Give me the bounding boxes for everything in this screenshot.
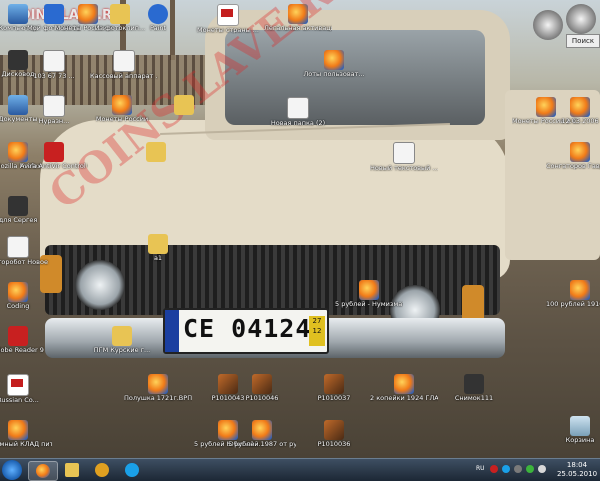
start-button[interactable] — [2, 460, 22, 480]
clock-time: 18:04 — [566, 461, 588, 469]
desktop-icon-html[interactable]: Полушка 1721г.ВРП... — [124, 374, 192, 402]
desktop-icon-html[interactable]: Монеты России — [88, 95, 156, 123]
document-icon — [287, 97, 309, 119]
taskbar-firefox[interactable] — [28, 461, 58, 481]
desktop-icon-coding[interactable]: Coding — [0, 282, 52, 310]
desktop-icon-paint[interactable]: Paint — [124, 4, 192, 32]
desktop-icon-screenshot[interactable]: Снимок111 — [440, 374, 508, 402]
taskbar-skype[interactable] — [118, 461, 146, 479]
umbrella-icon — [44, 142, 64, 162]
speedometer-gadget[interactable] — [533, 10, 563, 40]
folder-icon — [148, 234, 168, 254]
image-file-icon — [464, 374, 484, 394]
media-player-icon — [95, 463, 109, 477]
pdf-icon — [217, 4, 239, 26]
plate-eu-band — [165, 310, 179, 352]
desktop-icon-html[interactable]: 2 копейки 1924 ГЛАД... — [370, 374, 438, 402]
image-file-icon — [324, 374, 344, 394]
desktop-icon-photo[interactable]: P1010046 — [228, 374, 296, 402]
license-plate: CE 04124 27 12 — [163, 308, 329, 354]
firefox-icon — [394, 374, 414, 394]
skype-tray-icon[interactable] — [502, 465, 510, 473]
browser-icon — [8, 282, 28, 302]
desktop-icon-html[interactable]: 100 рублей 1910 - 21.8... — [546, 280, 600, 308]
desktop-icon-html[interactable]: 12.03.2006 — [546, 97, 600, 125]
desktop-icon-folder[interactable] — [122, 142, 190, 162]
desktop-icon-folder[interactable] — [150, 95, 218, 115]
network-tray-icon[interactable] — [514, 465, 522, 473]
image-file-icon — [252, 374, 272, 394]
folder-icon — [8, 196, 28, 216]
firefox-icon — [8, 420, 28, 440]
desktop-icon-folder[interactable]: для Сергея — [0, 196, 52, 224]
taskbar-media-player[interactable] — [88, 461, 116, 479]
firefox-icon — [570, 280, 590, 300]
taskbar-explorer[interactable] — [58, 461, 86, 479]
skype-icon — [125, 463, 139, 477]
desktop-icon-recycle-bin[interactable]: Корзина — [546, 416, 600, 444]
car-headlight-left — [75, 260, 125, 310]
folder-icon — [174, 95, 194, 115]
pdf-icon — [7, 374, 29, 396]
desktop-icon-folder[interactable]: a1 — [124, 234, 192, 262]
desktop-icon-pdf[interactable]: Монеты страны ... — [194, 4, 262, 34]
adobe-reader-icon — [8, 326, 28, 346]
clock-date: 25.05.2010 — [556, 470, 598, 478]
firefox-icon — [112, 95, 132, 115]
document-icon — [43, 95, 65, 117]
firefox-icon — [36, 464, 50, 478]
firefox-icon — [288, 4, 308, 24]
desktop-icon-app[interactable]: Фоторобот Новое — [0, 236, 52, 266]
desktop-icon-html[interactable]: Лоты пользоват... — [300, 50, 368, 78]
desktop-icon-file[interactable]: Нуразн... — [20, 95, 88, 125]
text-file-icon — [393, 142, 415, 164]
desktop-icon-text[interactable]: Новый текстовый ... — [370, 142, 438, 172]
image-file-icon — [324, 420, 344, 440]
desktop-icon-adobe-reader[interactable]: Adobe Reader 9 — [0, 326, 52, 354]
folder-icon — [112, 326, 132, 346]
volume-icon[interactable] — [538, 465, 546, 473]
paint-icon — [148, 4, 168, 24]
firefox-icon — [324, 50, 344, 70]
search-button[interactable]: Поиск — [566, 34, 600, 48]
firefox-icon — [359, 280, 379, 300]
firefox-icon — [570, 142, 590, 162]
document-icon — [43, 50, 65, 72]
desktop-icon-photo[interactable]: P1010036 — [300, 420, 368, 448]
taskbar: RU 18:04 25.05.2010 — [0, 458, 600, 481]
firefox-icon — [252, 420, 272, 440]
antivirus-tray-icon[interactable] — [490, 465, 498, 473]
plate-number: CE 04124 — [183, 314, 312, 343]
cash-register-icon — [113, 50, 135, 72]
desktop-icon-html[interactable]: огромный КЛАД пить... — [0, 420, 52, 448]
desktop-icon-file[interactable]: 103 67 73 ... — [20, 50, 88, 80]
desktop-icon-html[interactable]: Сонгаторов Гавриил С... — [546, 142, 600, 170]
desktop-icon-pdf[interactable]: Russian Co... — [0, 374, 52, 404]
language-indicator[interactable]: RU — [476, 465, 485, 472]
desktop-icon-app[interactable]: Кассовый аппарат ... — [90, 50, 158, 80]
folder-icon — [65, 463, 79, 477]
taskbar-clock[interactable]: 18:04 25.05.2010 — [555, 461, 599, 479]
app-icon — [7, 236, 29, 258]
desktop-icon-html[interactable]: 5 рублей 1987 от ру... — [228, 420, 296, 448]
desktop-icon-html[interactable]: 5 рублей - Нумизмат... — [335, 280, 403, 308]
desktop-icon-avira[interactable]: Avira AntiVir Control Ce... — [20, 142, 88, 170]
recycle-bin-icon — [570, 416, 590, 436]
desktop-icon-photo[interactable]: P1010037 — [300, 374, 368, 402]
desktop-icon-html[interactable]: Легальная активация ... — [264, 4, 332, 32]
status-tray-icon[interactable] — [526, 465, 534, 473]
firefox-icon — [570, 97, 590, 117]
plate-sticker: 27 12 — [309, 316, 325, 346]
folder-icon — [146, 142, 166, 162]
desktop-icon-folder[interactable]: ПГМ Курские г... — [88, 326, 156, 354]
clock-gadget[interactable] — [566, 4, 596, 34]
firefox-icon — [148, 374, 168, 394]
desktop: CE 04124 27 12 COINS.LAVE.RU COINS.LAVE.… — [0, 0, 600, 458]
desktop-icon-folder[interactable]: Новая папка (2) — [264, 97, 332, 127]
